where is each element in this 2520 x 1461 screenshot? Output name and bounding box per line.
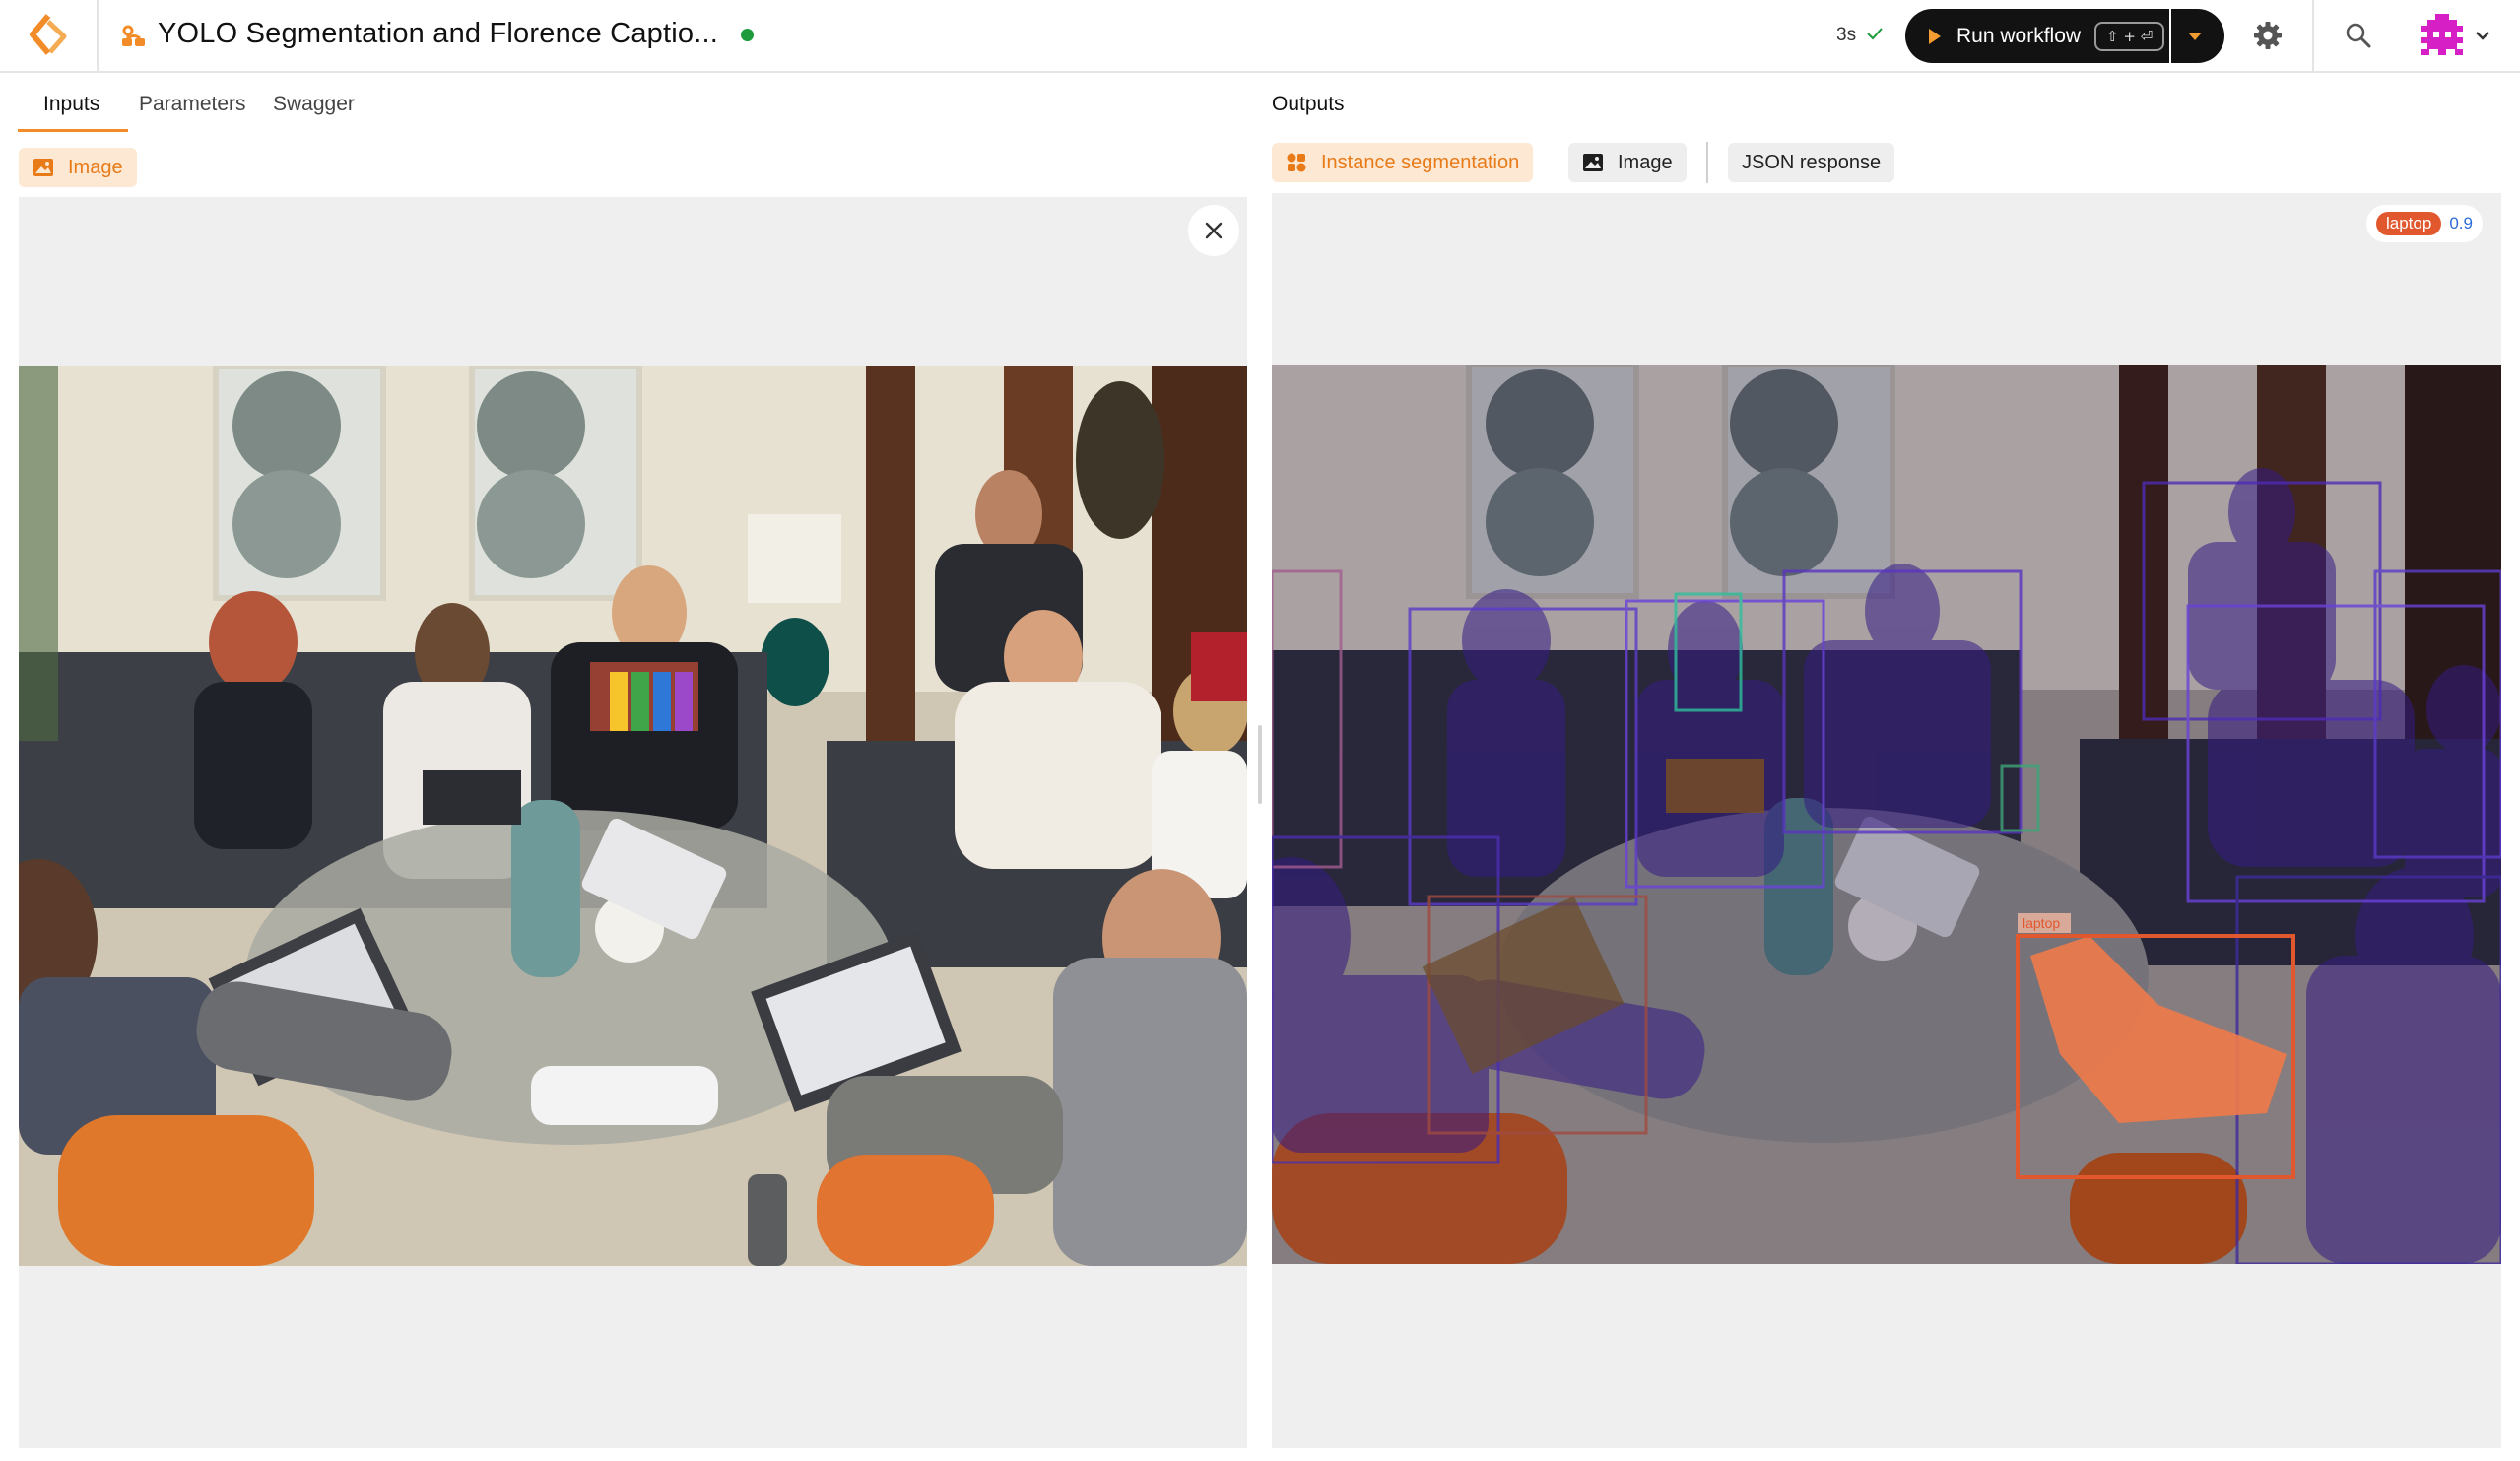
avatar-icon[interactable]	[2418, 12, 2467, 59]
gear-icon[interactable]	[2252, 20, 2284, 51]
output-chip-json-response-label: JSON response	[1742, 151, 1882, 173]
roboflow-logo-icon	[30, 14, 67, 55]
run-workflow-label: Run workflow	[1956, 24, 2082, 47]
output-chip-image-label: Image	[1618, 151, 1673, 173]
top-bar: YOLO Segmentation and Florence Captio...…	[0, 0, 2520, 73]
detection-summary[interactable]: laptop 0.9	[2366, 205, 2483, 242]
output-chip-json-response[interactable]: JSON response	[1728, 143, 1895, 182]
output-segmentation-image: laptop	[1272, 365, 2501, 1264]
shortcut-hint: ⇧ + ⏎	[2094, 21, 2165, 51]
tab-parameters[interactable]: Parameters	[139, 93, 246, 116]
segmentation-icon	[1287, 153, 1306, 172]
tab-swagger[interactable]: Swagger	[273, 93, 355, 116]
chevron-down-icon[interactable]	[2473, 26, 2492, 45]
output-chip-image[interactable]: Image	[1568, 143, 1687, 182]
chips-divider	[1706, 142, 1708, 183]
remove-image-button[interactable]	[1188, 205, 1239, 256]
detection-class-badge: laptop	[2376, 212, 2442, 235]
detection-confidence: 0.9	[2449, 214, 2473, 232]
top-bar-divider	[2312, 0, 2314, 71]
image-icon	[1583, 154, 1603, 171]
workflow-icon	[122, 25, 145, 46]
segmentation-overlay-label: laptop	[2023, 915, 2060, 931]
workflow-title[interactable]: YOLO Segmentation and Florence Captio...	[158, 18, 718, 50]
search-icon[interactable]	[2345, 22, 2372, 49]
logo-home-link[interactable]	[0, 0, 99, 71]
check-icon	[1867, 28, 1883, 40]
close-icon	[1205, 222, 1223, 239]
outputs-title: Outputs	[1272, 93, 1345, 115]
image-icon	[33, 159, 53, 176]
input-image-chip-label: Image	[68, 156, 123, 178]
output-chip-instance-segmentation-label: Instance segmentation	[1321, 151, 1520, 173]
run-options-button[interactable]	[2171, 9, 2224, 63]
panel-resize-handle[interactable]	[1258, 725, 1262, 804]
play-icon	[1929, 28, 1941, 44]
run-time: 3s	[1836, 25, 1857, 45]
output-chip-instance-segmentation[interactable]: Instance segmentation	[1272, 143, 1534, 182]
run-workflow-button[interactable]: Run workflow ⇧ + ⏎	[1905, 9, 2169, 63]
input-image-chip[interactable]: Image	[19, 148, 137, 187]
chevron-down-icon	[2188, 32, 2202, 40]
saved-status-dot	[741, 29, 754, 41]
input-image	[19, 366, 1247, 1266]
tab-inputs[interactable]: Inputs	[43, 93, 99, 116]
active-tab-indicator	[18, 129, 128, 132]
